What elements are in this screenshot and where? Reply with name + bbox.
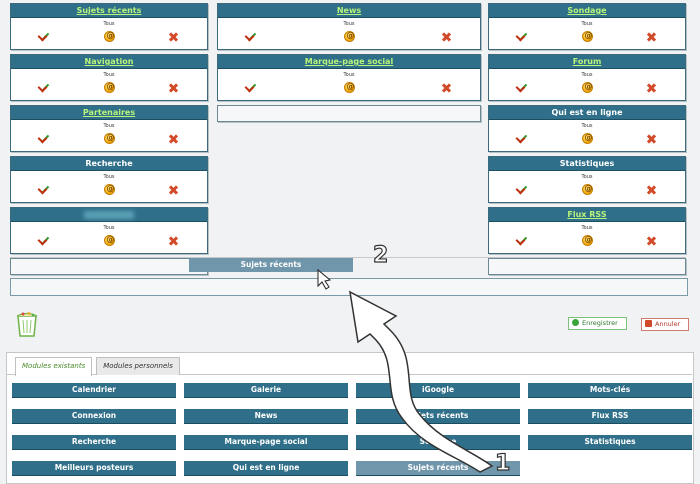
step-1-label: 1 xyxy=(495,451,510,475)
drag-arrow xyxy=(349,290,494,473)
cursor-icon xyxy=(317,268,332,290)
annotation-overlay: 2 1 xyxy=(317,242,511,475)
step-2-label: 2 xyxy=(373,243,388,268)
